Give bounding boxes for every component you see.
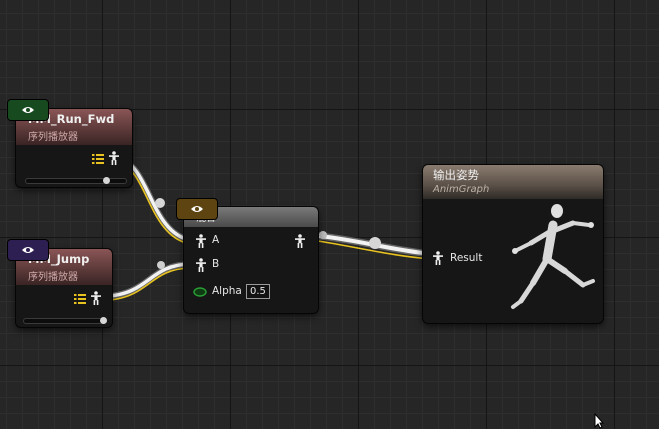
list-icon: [92, 154, 104, 164]
eye-icon: [191, 206, 203, 212]
pose-pin-icon[interactable]: [195, 234, 207, 248]
mouse-cursor-icon: [594, 413, 604, 429]
play-rate-slider[interactable]: [26, 179, 126, 183]
node-subtitle: 序列播放器: [28, 132, 78, 143]
result-label: Result: [450, 252, 483, 264]
slider-knob[interactable]: [102, 177, 110, 184]
pin-b-label: B: [212, 258, 220, 270]
wire-knot[interactable]: [157, 261, 165, 269]
running-mannequin-icon: [511, 204, 595, 309]
eye-toggle-run-fwd[interactable]: [8, 100, 48, 120]
pin-a-label: A: [212, 234, 220, 246]
sequence-player-node-run-fwd[interactable]: MM_Run_Fwd 序列播放器: [16, 109, 132, 187]
list-icon: [74, 294, 86, 304]
play-rate-slider[interactable]: [24, 319, 106, 323]
sequence-player-node-jump[interactable]: MM_Jump 序列播放器: [16, 249, 112, 327]
eye-icon: [22, 247, 34, 253]
pose-pin-icon[interactable]: [195, 258, 207, 272]
output-pose-node[interactable]: 输出姿势 AnimGraph Result: [423, 165, 603, 323]
alpha-value-input[interactable]: 0.5: [246, 284, 270, 299]
wire-knot[interactable]: [369, 237, 381, 249]
blend-node[interactable]: 混合 A B Alpha 0.5: [184, 207, 318, 313]
pose-pin-icon[interactable]: [294, 234, 306, 248]
wire-knot[interactable]: [319, 231, 327, 239]
pose-pin-icon[interactable]: [432, 251, 444, 265]
alpha-pin-icon[interactable]: [193, 287, 207, 297]
pose-pin-icon[interactable]: [90, 291, 102, 305]
wire-knot[interactable]: [155, 198, 165, 208]
eye-icon: [22, 107, 34, 113]
pose-pin-icon[interactable]: [108, 151, 120, 165]
node-subtitle: 序列播放器: [28, 272, 78, 283]
node-title: 输出姿势: [433, 168, 479, 182]
eye-toggle-blend[interactable]: [177, 199, 217, 219]
eye-toggle-jump[interactable]: [8, 240, 48, 260]
slider-knob[interactable]: [100, 317, 108, 324]
alpha-label: Alpha: [212, 285, 242, 297]
node-subtitle: AnimGraph: [433, 184, 490, 195]
